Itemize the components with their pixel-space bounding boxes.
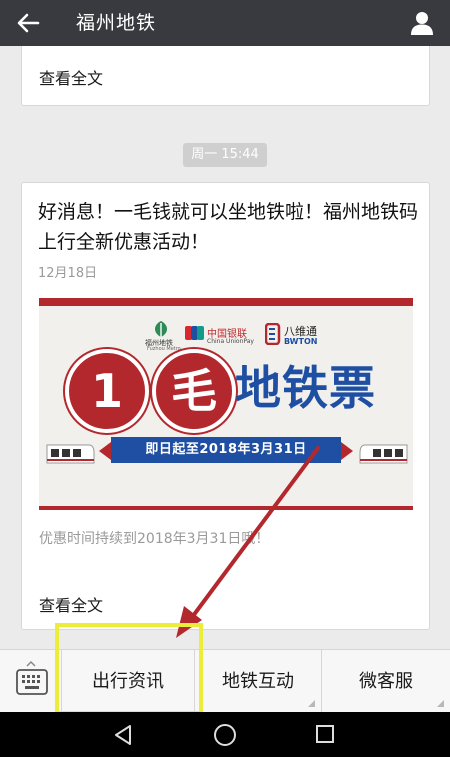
article-card[interactable]: 好消息！一毛钱就可以坐地铁啦！福州地铁码上行全新优惠活动！ 12月18日 福州地…: [21, 182, 430, 630]
keyboard-toggle-button[interactable]: [0, 650, 62, 713]
unionpay-card-icon: [185, 326, 204, 340]
train-left-icon: [46, 444, 95, 464]
highlight-box: [55, 623, 203, 715]
banner-logos: 福州地铁 Fuzhou Metro 中国银联 China UnionPay 八维…: [39, 319, 413, 352]
android-nav-bar: [0, 712, 450, 757]
circle-mao-char: 毛: [152, 349, 236, 433]
banner-metro-ticket-title: 地铁票: [235, 361, 376, 415]
metro-leaf-icon: [155, 321, 167, 337]
caret-up-icon: [26, 660, 36, 667]
circle-number-one: 1: [65, 349, 149, 433]
menu-metro-interaction[interactable]: 地铁互动: [195, 650, 322, 713]
back-arrow-icon[interactable]: [14, 9, 42, 37]
article-banner-image[interactable]: 福州地铁 Fuzhou Metro 中国银联 China UnionPay 八维…: [39, 298, 413, 510]
nav-recent-apps-icon[interactable]: [315, 724, 335, 744]
ribbon-tail-left: [99, 442, 111, 460]
bwton-b-icon: [265, 323, 281, 345]
submenu-indicator-icon: [308, 700, 315, 707]
timestamp-badge: 周一 15:44: [183, 143, 267, 167]
page-title: 福州地铁: [76, 12, 157, 34]
menu-label: 微客服: [359, 671, 413, 692]
banner-top-stripe: [39, 298, 413, 306]
promo-duration-text: 优惠时间持续到2018年3月31日哦！: [39, 531, 270, 547]
keyboard-icon: [16, 669, 48, 695]
fuzhou-metro-logo: 福州地铁 Fuzhou Metro: [143, 319, 181, 352]
train-right-icon: [359, 444, 408, 464]
article-card-previous[interactable]: 查看全文: [21, 46, 430, 106]
nav-home-icon[interactable]: [213, 723, 237, 747]
read-full-link[interactable]: 查看全文: [39, 592, 103, 616]
read-full-link[interactable]: 查看全文: [39, 65, 103, 89]
bwton-logo: 八维通 BWTON: [265, 319, 333, 349]
article-date: 12月18日: [38, 266, 98, 281]
banner-bottom-stripe: [39, 506, 413, 510]
nav-back-icon[interactable]: [112, 724, 134, 746]
menu-label: 地铁互动: [222, 671, 294, 692]
menu-customer-service[interactable]: 微客服: [322, 650, 450, 713]
ribbon-tail-right: [341, 442, 353, 460]
unionpay-logo: 中国银联 China UnionPay: [185, 319, 254, 349]
banner-date-ribbon: 即日起至2018年3月31日: [111, 437, 341, 463]
submenu-indicator-icon: [437, 700, 444, 707]
user-profile-icon[interactable]: [408, 9, 436, 37]
article-headline[interactable]: 好消息！一毛钱就可以坐地铁啦！福州地铁码上行全新优惠活动！: [38, 197, 418, 257]
top-bar: 福州地铁: [0, 0, 450, 46]
